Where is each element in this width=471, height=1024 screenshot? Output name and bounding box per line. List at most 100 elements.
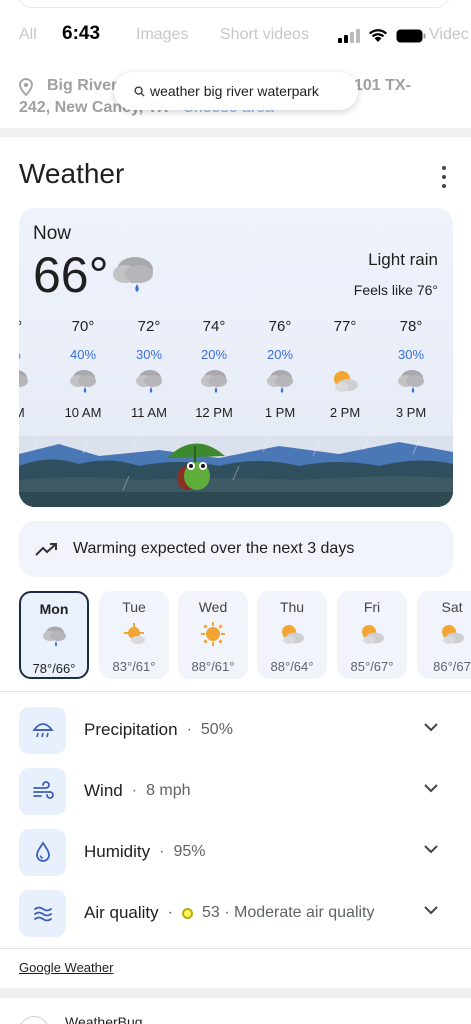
row-value: 53 · Moderate air quality (201, 904, 375, 921)
tab-short-videos[interactable]: Short videos (220, 26, 309, 44)
condition-text: Light rain (368, 250, 438, 269)
day-card-sat[interactable]: Sat 86°/67 (417, 591, 471, 679)
hour-temp: 74° (202, 318, 226, 335)
wifi-icon (369, 29, 387, 42)
hour-temp: 72° (137, 318, 161, 335)
rain-cloud-icon (70, 370, 96, 393)
day-card-thu[interactable]: Thu 88°/64° (257, 591, 327, 679)
day-temps: 83°/61° (112, 659, 156, 674)
partly-sunny-icon (334, 371, 358, 392)
hour-item: 74° 20% 12 PM (184, 318, 244, 420)
precipitation-row[interactable]: Precipitation · 50% (19, 706, 453, 754)
section-divider (0, 988, 471, 998)
day-name: Sat (441, 599, 463, 615)
weather-title: Weather (19, 158, 125, 189)
row-value: 50% (200, 721, 233, 738)
day-temps: 85°/67° (350, 659, 394, 674)
trend-text: Warming expected over the next 3 days (73, 540, 355, 557)
day-card-wed[interactable]: Wed 88°/61° (178, 591, 248, 679)
row-value: 95% (173, 843, 206, 860)
next-result-title[interactable]: WeatherBug (65, 1014, 143, 1024)
chevron-down-icon (424, 723, 438, 732)
hour-item: 72° 30% 11 AM (119, 318, 179, 420)
wind-icon (19, 767, 66, 815)
feels-like-text: Feels like 76° (353, 282, 438, 298)
more-options-button[interactable] (434, 166, 454, 188)
air-quality-row[interactable]: Air quality · 53 · Moderate air quality (19, 889, 453, 937)
hour-item: 70° 40% 10 AM (53, 318, 113, 420)
current-temperature: 66° (33, 247, 109, 303)
location-pin-icon (19, 78, 33, 96)
hour-temp: 76° (268, 318, 292, 335)
hour-time: 11 AM (131, 405, 167, 420)
hour-item: 78° 30% 3 PM (381, 318, 441, 420)
daily-forecast: Mon 78°/66° Tue 83°/61° Wed 88°/61° Thu … (19, 591, 471, 681)
humidity-row[interactable]: Humidity · 95% (19, 828, 453, 876)
status-icons (338, 28, 426, 43)
wind-row[interactable]: Wind · 8 mph (19, 767, 453, 815)
chevron-down-icon (424, 784, 438, 793)
location-text: Big River (47, 77, 118, 94)
tab-images[interactable]: Images (136, 26, 188, 44)
now-label: Now (33, 223, 72, 244)
day-name: Thu (279, 599, 305, 615)
row-value: 8 mph (146, 782, 191, 799)
hour-temp: 3° (19, 318, 23, 335)
day-card-fri[interactable]: Fri 85°/67° (337, 591, 407, 679)
hour-precip: 40% (69, 347, 97, 362)
air-waves-icon (19, 889, 66, 937)
hour-precip: % (19, 347, 45, 362)
rain-cloud-icon (267, 370, 293, 393)
day-name: Tue (122, 599, 146, 615)
day-name: Mon (39, 601, 69, 617)
hour-time: 1 PM (264, 405, 296, 420)
hour-item: 76° 20% 1 PM (250, 318, 310, 420)
rain-cloud-icon (19, 370, 28, 387)
hour-time: 3 PM (395, 405, 427, 420)
day-card-tue[interactable]: Tue 83°/61° (99, 591, 169, 679)
result-favicon (19, 1016, 49, 1024)
day-card-mon[interactable]: Mon 78°/66° (19, 591, 89, 679)
rainy-landscape-illustration (19, 436, 453, 507)
partly-cloudy-icon (362, 625, 384, 644)
rain-cloud-icon (201, 370, 227, 393)
source-link[interactable]: Google Weather (19, 960, 113, 975)
hour-precip: 30% (135, 347, 163, 362)
hour-precip (315, 347, 375, 362)
search-header: All Images Short videos Videc 6:43 Big R… (0, 0, 471, 128)
hour-precip: 30% (397, 347, 425, 362)
hour-time: 10 AM (64, 405, 102, 420)
hour-precip: 20% (200, 347, 228, 362)
signal-icon (338, 28, 360, 43)
hourly-forecast[interactable]: 3° % AM 70° 40% 10 AM 72° 30% 11 AM 74° … (19, 318, 453, 428)
air-quality-dot-icon (181, 907, 193, 919)
rain-cloud-icon (398, 370, 424, 393)
tab-all[interactable]: All (19, 26, 37, 44)
battery-icon (396, 29, 426, 42)
rain-cloud-icon (113, 257, 153, 292)
current-weather-panel: Now 66° Light rain Feels like 76° 3° % A… (19, 208, 453, 507)
partly-cloudy-icon (442, 625, 464, 644)
hour-time: 12 PM (195, 405, 233, 420)
sunny-icon (201, 622, 225, 646)
rain-cloud-icon (43, 626, 66, 647)
query-pill[interactable]: weather big river waterpark (114, 72, 358, 110)
rain-cloud-icon (136, 370, 162, 393)
day-name: Wed (198, 599, 228, 615)
day-temps: 88°/61° (191, 659, 235, 674)
tab-videos[interactable]: Videc (429, 26, 469, 44)
mostly-sunny-icon (124, 623, 145, 644)
hour-precip: 20% (266, 347, 294, 362)
row-label: Air quality (84, 903, 159, 922)
hour-temp: 78° (399, 318, 423, 335)
section-divider (0, 128, 471, 137)
row-label: Humidity (84, 842, 151, 861)
trend-pill[interactable]: Warming expected over the next 3 days (19, 521, 453, 577)
chevron-down-icon (424, 845, 438, 854)
hour-item: 77° 2 PM (315, 318, 375, 420)
hour-temp: 77° (333, 318, 357, 335)
row-label: Precipitation (84, 720, 178, 739)
trending-up-icon (35, 543, 57, 556)
chevron-down-icon (424, 906, 438, 915)
divider (0, 691, 471, 692)
